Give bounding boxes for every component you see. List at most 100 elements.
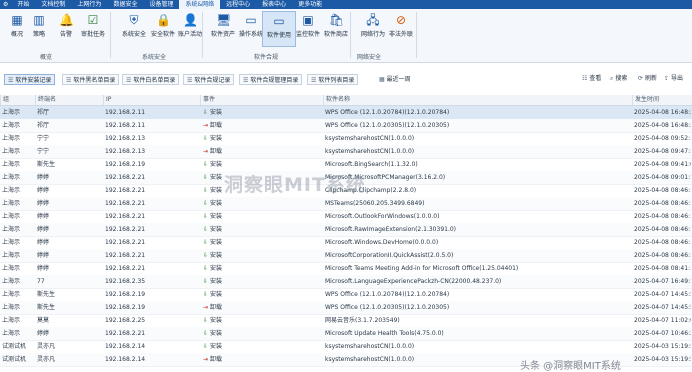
cell-time: 2025-04-08 08:46:12	[634, 252, 691, 259]
list-icon: ☰	[126, 77, 132, 84]
menu-item[interactable]: 远程中心	[220, 0, 256, 9]
column-header[interactable]: 发生时间	[632, 95, 692, 105]
install-icon: ⇩	[202, 135, 209, 142]
right-tool-label: 查看	[589, 75, 602, 82]
table-row[interactable]: 上海示 祁厅 192.168.2.11 ⇥ 卸载 WPS Office (12.1.0.2…	[0, 119, 692, 133]
table-row[interactable]: 上海示 宁宁 192.168.2.13 ⇩ 安装 ksystemsharehostCN(1…	[0, 132, 692, 146]
install-icon: ⇩	[202, 109, 209, 116]
cell-group: 上海示	[2, 200, 21, 207]
menu-item[interactable]: 更多功能	[292, 0, 328, 9]
table-row[interactable]: 上海示 婷婷 192.168.2.21 ⇩ 安装 MicrosoftCorporation…	[0, 249, 692, 263]
ribbon-tool[interactable]: ☑ 审批任务	[76, 11, 110, 47]
install-icon: ⇩	[202, 330, 209, 337]
cell-event: ⇩ 安装	[202, 106, 322, 119]
list-icon: ☰	[187, 77, 193, 84]
tool-label: 审批任务	[80, 31, 105, 38]
right-tool-label: 导出	[671, 75, 684, 82]
menu-item[interactable]: 开始	[11, 0, 35, 9]
table-row[interactable]: 上海示 婷婷 192.168.2.21 ⇩ 安装 Microsoft.Windows.De…	[0, 236, 692, 250]
table-row[interactable]: 上海示 祁厅 192.168.2.11 ⇩ 安装 WPS Office (12.1.0.2…	[0, 106, 692, 120]
ribbon-toolbar: ▦ 概况 ▥ 策略 🔔 告警 ☑ 审批任务 ⛨ 系统安全 🔒 安全软件 👤 账户活动 🖥 软件资产 ▭ 操作系统 ▭…	[0, 9, 692, 63]
column-header[interactable]: 事件	[200, 95, 323, 105]
cell-time: 2025-04-07 11:02:04	[634, 317, 691, 324]
column-header[interactable]: 软件名称	[323, 95, 632, 105]
cell-software: WPS Office (12.1.0.20305)(12.1.0.20305)	[325, 304, 450, 311]
cell-ip: 192.168.2.21	[105, 213, 146, 220]
sub-tab-label: 软件合规记录	[194, 77, 231, 84]
sub-tab-label: 软件合规管理目录	[250, 77, 299, 84]
event-label: 安装	[210, 278, 223, 285]
table-row[interactable]: 上海示 斯先生 192.168.2.19 ⇩ 安装 WPS Office (12.1.0.…	[0, 288, 692, 302]
sub-tab[interactable]: ☰ 软件黑名单目录	[62, 74, 120, 85]
install-icon: ⇩	[202, 200, 209, 207]
table-row[interactable]: 上海示 婷婷 192.168.2.21 ⇩ 安装 Microsoft Update Hea…	[0, 327, 692, 341]
sub-tab[interactable]: ☰ 软件安装记录	[4, 74, 56, 85]
uninstall-icon: ⇥	[202, 122, 209, 129]
menu-item[interactable]: 上网行为	[71, 0, 107, 9]
uninstall-icon: ⇥	[202, 148, 209, 155]
menu-item[interactable]: 文档控制	[35, 0, 71, 9]
table-row[interactable]: 上海示 婷婷 192.168.2.21 ⇩ 安装 MSTeams(25060.205.34…	[0, 197, 692, 211]
ribbon-group-label: 软件合规	[254, 54, 279, 61]
table-row[interactable]: 上海示 婷婷 192.168.2.21 ⇩ 安装 Microsoft Teams Meet…	[0, 262, 692, 276]
sub-tab[interactable]: ☰ 软件合规管理目录	[239, 74, 303, 85]
cell-event: ⇥ 卸载	[202, 145, 322, 158]
column-header[interactable]: 组	[0, 95, 35, 105]
cell-time: 2025-04-08 08:46:12	[634, 187, 691, 194]
ribbon-tool[interactable]: 🛍 软件商店	[319, 11, 353, 47]
cell-software: Microsoft Teams Meeting Add-in for Micro…	[325, 265, 519, 272]
lock-icon: 🔒	[156, 13, 171, 27]
install-icon: ⇩	[202, 239, 209, 246]
cell-event: ⇥ 卸载	[202, 119, 322, 132]
cell-terminal: 斯先生	[37, 291, 56, 298]
install-icon: ⇩	[202, 278, 209, 285]
date-range-button[interactable]: ▦ 最近一周	[376, 74, 414, 85]
view-icon: ☷	[582, 75, 588, 82]
table-row[interactable]: 上海示 77 192.168.2.35 ⇩ 安装 Microsoft.LanguageEx…	[0, 275, 692, 289]
cell-event: ⇩ 安装	[202, 236, 322, 249]
cell-software: Microsoft.OutlookForWindows(1.0.0.0)	[325, 213, 440, 220]
menu-item[interactable]: 设备管理	[143, 0, 179, 9]
cell-terminal: 宁宁	[37, 135, 50, 142]
event-label: 安装	[210, 200, 223, 207]
cell-software: ksystemsharehostCN(1.0.0.0)	[325, 135, 415, 142]
table-row[interactable]: 上海示 婷婷 192.168.2.21 ⇩ 安装 Microsoft.RawImageEx…	[0, 223, 692, 237]
cell-terminal: 祁厅	[37, 122, 50, 129]
list-icon: ☰	[311, 77, 317, 84]
cell-terminal: 灵亦凡	[37, 356, 56, 363]
table-row[interactable]: 上海示 宁宁 192.168.2.13 ⇥ 卸载 ksystemsharehostCN(1…	[0, 145, 692, 159]
cell-group: 上海示	[2, 265, 21, 272]
menu-item[interactable]: 系统&网络	[179, 0, 221, 9]
event-label: 安装	[210, 226, 223, 233]
cell-software: Microsoft.Windows.DevHome(0.0.0.0)	[325, 239, 439, 246]
cell-ip: 192.168.2.13	[105, 148, 146, 155]
cell-time: 2025-04-08 08:46:12	[634, 200, 691, 207]
gear-icon[interactable]: ⚙	[0, 0, 11, 9]
column-header[interactable]: IP	[103, 95, 200, 105]
event-label: 卸载	[210, 304, 223, 311]
right-tool-button[interactable]: ⟳ 刷新	[638, 74, 657, 83]
ribbon-tool[interactable]: ⊘ 非法外联	[384, 11, 418, 47]
menu-item[interactable]: 报表中心	[256, 0, 292, 9]
app-icon: ▣	[302, 13, 314, 27]
right-tool-button[interactable]: ⇪ 导出	[664, 74, 683, 83]
table-row[interactable]: 上海示 斯先生 192.168.2.19 ⇥ 卸载 WPS Office (12.1.0.…	[0, 301, 692, 315]
right-tool-button[interactable]: ☷ 查看	[582, 74, 601, 83]
right-tool-button[interactable]: ⌕ 搜索	[610, 74, 627, 83]
column-header[interactable]: 终端名	[35, 95, 103, 105]
table-row[interactable]: 上海示 婷婷 192.168.2.21 ⇩ 安装 Microsoft.OutlookFor…	[0, 210, 692, 224]
sub-tab[interactable]: ☰ 软件合规记录	[183, 74, 235, 85]
cell-group: 上海示	[2, 187, 21, 194]
sub-tab[interactable]: ☰ 软件列表目录	[307, 74, 359, 85]
cell-software: ksystemsharehostCN(1.0.0.0)	[325, 148, 415, 155]
right-tool-label: 刷新	[645, 75, 658, 82]
software-log-table: 组终端名 IP 事件 软件名称 发生时间 上海示 祁厅 192.168.2.11 ⇩ 安装 WPS…	[0, 95, 692, 372]
table-row[interactable]: 试测试机 灵亦凡 192.168.2.14 ⇩ 安装 ksystemsharehostCN…	[0, 340, 692, 354]
sub-tab[interactable]: ☰ 软件白名单目录	[122, 74, 180, 85]
ribbon-group-label: 概览	[40, 54, 53, 61]
cell-event: ⇩ 安装	[202, 262, 322, 275]
cell-terminal: 莫莫	[37, 317, 50, 324]
table-row[interactable]: 上海示 莫莫 192.168.2.25 ⇩ 安装 网易云音乐(3.1.7.203549) 2…	[0, 314, 692, 328]
menu-item[interactable]: 数据安全	[107, 0, 143, 9]
event-label: 安装	[210, 109, 223, 116]
